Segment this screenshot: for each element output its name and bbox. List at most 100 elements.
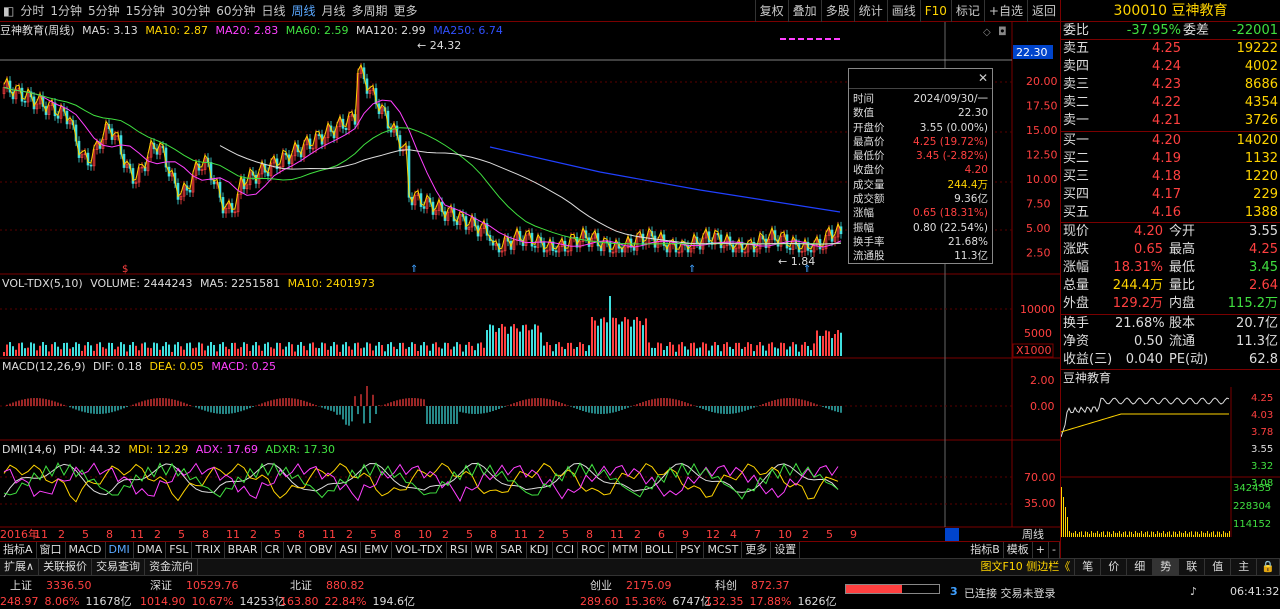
period-tab[interactable]: 15分钟 (123, 0, 168, 22)
close-icon[interactable]: ✕ (978, 71, 988, 85)
period-tab[interactable]: 60分钟 (213, 0, 258, 22)
period-tab[interactable]: 1分钟 (47, 0, 85, 22)
volume-bar (456, 342, 458, 356)
indicator-right-button[interactable]: + (1033, 542, 1049, 558)
extension-tab[interactable]: 交易查询 (92, 559, 145, 575)
indicator-right-button[interactable]: 指标B (967, 542, 1004, 558)
indicator-tab[interactable]: RSI (447, 542, 472, 558)
volume-bar (822, 336, 824, 356)
toolbar-button[interactable]: 标记 (951, 0, 984, 22)
time-axis-label: 11 (610, 528, 624, 541)
tooltip-value: 22.30 (958, 106, 988, 120)
toolbar-button[interactable]: 画线 (887, 0, 920, 22)
indicator-tab[interactable]: 设置 (771, 542, 800, 558)
side-tab[interactable]: 笔 (1075, 559, 1101, 575)
toolbar-button[interactable]: +自选 (984, 0, 1027, 22)
f10-sidebar-toggle[interactable]: 图文F10 侧边栏《 (976, 559, 1075, 575)
index-pct: 10.67% (192, 595, 234, 608)
side-tab[interactable]: 主 (1231, 559, 1257, 575)
market-index[interactable]: 上证3336.50248.978.06%11678亿 (10, 577, 131, 609)
asks-row: 卖四4.244002 (1061, 58, 1280, 76)
indicator-tab[interactable]: MACD (66, 542, 106, 558)
indicator-tab[interactable]: ROC (578, 542, 609, 558)
indicator-right-button[interactable]: 模板 (1004, 542, 1033, 558)
period-tab[interactable]: 日线 (258, 0, 288, 22)
side-tab[interactable]: 联 (1179, 559, 1205, 575)
extension-tab[interactable]: 扩展∧ (0, 559, 39, 575)
market-index[interactable]: 北证880.82163.8022.84%194.6亿 (290, 577, 415, 609)
toolbar-button[interactable]: 统计 (854, 0, 887, 22)
volume-bar (234, 343, 236, 356)
diamond-icon[interactable]: ◇ (983, 27, 991, 38)
period-tab[interactable]: 30分钟 (168, 0, 213, 22)
indicator-tab[interactable]: KDJ (527, 542, 553, 558)
macd-bar (660, 398, 661, 406)
period-tab[interactable]: 周线 (289, 0, 319, 22)
volume-bar (243, 342, 245, 356)
asks-label: 卖二 (1061, 94, 1119, 112)
indicator-tab[interactable]: VR (284, 542, 306, 558)
index-line: 上证3336.50 (10, 577, 131, 593)
indicator-tab[interactable]: EMV (361, 542, 392, 558)
speaker-icon[interactable]: ♪ (1190, 585, 1197, 598)
period-tab[interactable]: 月线 (319, 0, 349, 22)
intraday-mini-chart[interactable]: 4.254.033.783.553.323.083424552283041141… (1061, 387, 1280, 537)
indicator-tab[interactable]: DMI (106, 542, 134, 558)
period-tab[interactable]: 5分钟 (85, 0, 123, 22)
indicator-tab[interactable]: MTM (609, 542, 642, 558)
period-tab[interactable]: 更多 (391, 0, 421, 22)
tooltip-value: 4.20 (965, 163, 988, 177)
extension-tab[interactable]: 关联报价 (39, 559, 92, 575)
indicator-tab[interactable]: BRAR (225, 542, 262, 558)
volume-bar (105, 349, 107, 356)
extension-tab[interactable]: 资金流向 (145, 559, 198, 575)
indicator-tab[interactable]: CCI (553, 542, 579, 558)
volume-bar (786, 349, 788, 356)
indicator-tab[interactable]: ASI (336, 542, 361, 558)
indicator-tab[interactable]: CR (262, 542, 284, 558)
macd-bar (45, 399, 46, 406)
macd-bar (438, 406, 439, 424)
indicator-tab[interactable]: 指标A (0, 542, 37, 558)
indicator-tab[interactable]: VOL-TDX (392, 542, 447, 558)
toolbar-button[interactable]: 复权 (755, 0, 788, 22)
lock-icon[interactable]: 🔒 (1257, 559, 1280, 575)
macd-bar (186, 404, 187, 406)
indicator-tab[interactable]: DMA (134, 542, 167, 558)
indicator-tab[interactable]: OBV (306, 542, 336, 558)
side-tab[interactable]: 价 (1101, 559, 1127, 575)
indicator-tab[interactable]: MCST (704, 542, 742, 558)
toolbar-button[interactable]: 叠加 (788, 0, 821, 22)
expand-icon[interactable]: ◘ (998, 25, 1007, 38)
toolbar-button[interactable]: 返回 (1027, 0, 1060, 22)
indicator-tab[interactable]: TRIX (192, 542, 224, 558)
macd-bar (174, 400, 175, 406)
toolbar-button[interactable]: 多股 (821, 0, 854, 22)
mini-vol-bar (1183, 533, 1184, 537)
collapse-icon[interactable]: ◧ (0, 0, 17, 22)
indicator-tab[interactable]: PSY (677, 542, 704, 558)
indicator-tab[interactable]: SAR (497, 542, 526, 558)
volume-bar (801, 345, 803, 356)
connection-status[interactable]: 已连接 交易未登录 (964, 585, 1056, 601)
side-tab[interactable]: 值 (1205, 559, 1231, 575)
market-index[interactable]: 科创872.37132.3517.88%1626亿 (715, 577, 836, 609)
period-tab[interactable]: 分时 (17, 0, 47, 22)
toolbar-button[interactable]: F10 (920, 0, 951, 22)
indicator-tab[interactable]: BOLL (642, 542, 677, 558)
indicator-tab[interactable]: 窗口 (37, 542, 66, 558)
market-index[interactable]: 深证10529.761014.9010.67%14253亿 (150, 577, 285, 609)
indicator-tab[interactable]: 更多 (742, 542, 771, 558)
volume-bar (15, 350, 17, 356)
volume-bar (207, 346, 209, 356)
period-tab[interactable]: 多周期 (349, 0, 391, 22)
side-tab[interactable]: 细 (1127, 559, 1153, 575)
volume-bar (297, 345, 299, 356)
tooltip-key: 最低价 (853, 149, 885, 163)
side-tab[interactable]: 势 (1153, 559, 1179, 575)
indicator-tab[interactable]: WR (472, 542, 498, 558)
market-index[interactable]: 创业2175.09289.6015.36%6747亿 (590, 577, 711, 609)
asks-vol: 3726 (1181, 112, 1280, 130)
indicator-tab[interactable]: FSL (166, 542, 192, 558)
indicator-right-button[interactable]: - (1049, 542, 1060, 558)
